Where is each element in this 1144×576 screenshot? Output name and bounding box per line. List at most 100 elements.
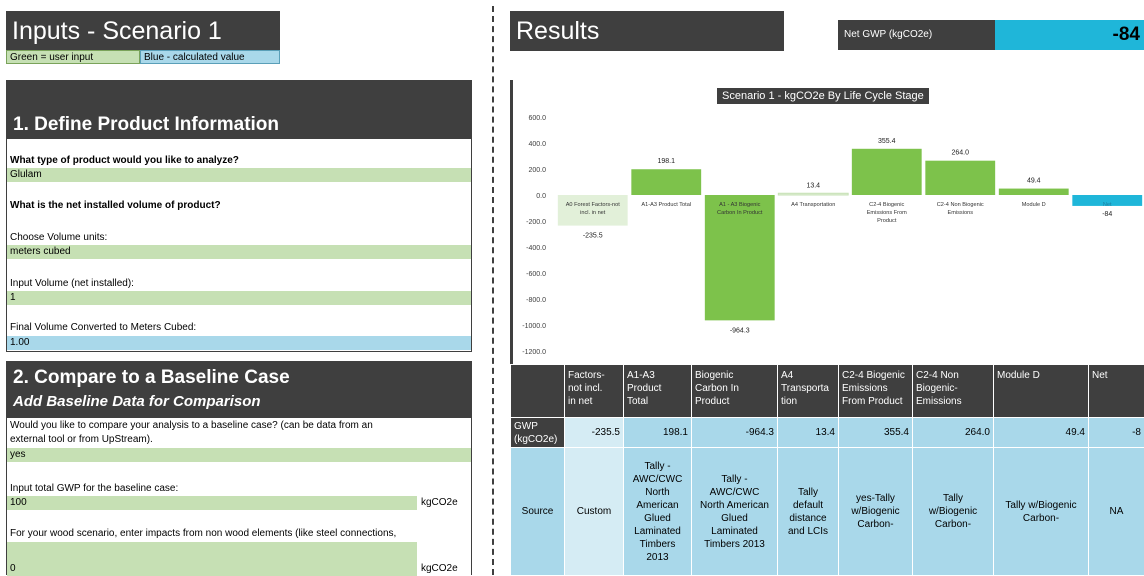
category-label: incl. in net <box>580 210 606 216</box>
net-gwp-value: -84 <box>995 20 1144 50</box>
table-gwp-cell: -964.3 <box>692 418 777 447</box>
results-title: Results <box>510 11 784 51</box>
table-gwp-cell: 264.0 <box>913 418 993 447</box>
chart-bar <box>631 169 702 195</box>
y-tick-label: -1000.0 <box>522 323 546 330</box>
table-gwp-cell-text: 198.1 <box>662 427 688 438</box>
table-source-cell-text: yes-Tally w/Biogenic Carbon- <box>851 493 900 530</box>
table-source-cell: Custom <box>565 448 623 575</box>
table-row-label: GWP (kgCO2e) <box>511 418 564 447</box>
y-tick-label: 200.0 <box>528 167 546 174</box>
table-gwp-cell: -8 <box>1089 418 1144 447</box>
volume-units-field[interactable]: meters cubed <box>7 245 471 259</box>
final-volume-field: 1.00 <box>7 336 471 350</box>
y-tick-label: -200.0 <box>526 219 546 226</box>
section-2-header: 2. Compare to a Baseline Case Add Baseli… <box>7 362 471 418</box>
category-label: A4 Transportation <box>791 202 835 208</box>
table-source-cell-text: Tally w/Biogenic Carbon- <box>928 493 978 530</box>
compare-baseline-field[interactable]: yes <box>7 448 471 462</box>
table-header-cell-text: C2-4 Non Biogenic- Emissions <box>916 370 962 407</box>
compare-question-line1: Would you like to compare your analysis … <box>10 420 373 431</box>
life-cycle-stage-chart: 600.0 400.0 200.0 0.0 -200.0 -400.0 -600.0 -800… <box>522 115 1143 356</box>
category-label: A1-A3 Product Total <box>641 202 691 208</box>
y-tick-label: 400.0 <box>528 141 546 148</box>
category-label: Carbon In Product <box>717 210 763 216</box>
bar-value-label: -964.3 <box>730 327 750 334</box>
table-source-cell: Tally default distance and LCIs <box>778 448 838 575</box>
chart-bar <box>777 192 849 196</box>
results-table: Factors- not incl. in net A1-A3 Product T… <box>510 364 1144 575</box>
net-gwp-label: Net GWP (kgCO2e) <box>838 20 995 50</box>
table-gwp-cell-text: -8 <box>1132 427 1141 438</box>
y-tick-label: -600.0 <box>526 271 546 278</box>
inputs-title: Inputs - Scenario 1 <box>6 11 280 51</box>
category-label: C2-4 Biogenic <box>869 202 904 208</box>
table-source-cell: yes-Tally w/Biogenic Carbon- <box>839 448 912 575</box>
table-row-label: Source <box>511 448 564 575</box>
table-header-cell-text: A1-A3 Product Total <box>627 370 662 407</box>
bar-value-label: 198.1 <box>657 158 675 165</box>
chart-bar <box>998 188 1069 195</box>
table-source-cell-text: Tally w/Biogenic Carbon- <box>1005 499 1077 524</box>
baseline-gwp-field[interactable]: 100 <box>7 496 417 510</box>
table-source-cell: NA <box>1089 448 1144 575</box>
table-gwp-cell: 355.4 <box>839 418 912 447</box>
table-gwp-cell: -235.5 <box>565 418 623 447</box>
input-volume-field[interactable]: 1 <box>7 291 471 305</box>
y-tick-label: 600.0 <box>528 115 546 122</box>
category-label: Net <box>1103 202 1112 208</box>
input-volume-label: Input Volume (net installed): <box>10 278 134 289</box>
final-volume-label: Final Volume Converted to Meters Cubed: <box>10 322 197 333</box>
table-gwp-cell: 198.1 <box>624 418 691 447</box>
table-header-cell: A4 Transporta tion <box>778 365 838 417</box>
table-header-cell: A1-A3 Product Total <box>624 365 691 417</box>
table-source-cell-text: Tally - AWC/CWC North American Glued Lam… <box>700 473 769 550</box>
compare-question-line2: external tool or from UpStream). <box>10 434 153 445</box>
product-type-field[interactable]: Glulam <box>7 168 471 182</box>
category-label: C2-4 Non Biogenic <box>937 202 984 208</box>
table-gwp-cell-text: 264.0 <box>964 427 990 438</box>
table-gwp-cell: 49.4 <box>994 418 1088 447</box>
table-source-cell: Tally w/Biogenic Carbon- <box>913 448 993 575</box>
table-source-cell: Tally - AWC/CWC North American Glued Lam… <box>692 448 777 575</box>
baseline-gwp-unit: kgCO2e <box>421 497 458 508</box>
y-tick-label: 0.0 <box>536 193 546 200</box>
table-gwp-cell-text: -964.3 <box>745 427 774 438</box>
table-row-label-text: GWP (kgCO2e) <box>514 421 558 445</box>
non-wood-label: For your wood scenario, enter impacts fr… <box>10 528 397 539</box>
product-type-question: What type of product would you like to a… <box>10 155 239 166</box>
chart-title: Scenario 1 - kgCO2e By Life Cycle Stage <box>717 88 929 104</box>
table-header-cell-text: Net <box>1092 370 1108 381</box>
chart-bar <box>925 160 996 195</box>
bar-value-label: -235.5 <box>583 233 603 240</box>
table-source-cell-text: NA <box>1109 506 1124 517</box>
non-wood-unit: kgCO2e <box>421 563 458 574</box>
category-label: Emissions From <box>867 210 907 216</box>
bar-value-label: 49.4 <box>1027 178 1041 185</box>
chart-container: 600.0 400.0 200.0 0.0 -200.0 -400.0 -600.0 -800… <box>513 80 1144 364</box>
table-header-cell: Module D <box>994 365 1088 417</box>
legend-calculated-value: Blue - calculated value <box>140 50 280 64</box>
category-label: Product <box>877 218 897 224</box>
table-gwp-cell-text: 13.4 <box>815 427 835 438</box>
category-label: A0 Forest Factors-not <box>566 202 621 208</box>
section-2-heading: 2. Compare to a Baseline Case <box>13 367 290 388</box>
y-tick-label: -1200.0 <box>522 349 546 356</box>
table-header-cell: C2-4 Biogenic Emissions From Product <box>839 365 912 417</box>
y-tick-label: -400.0 <box>526 245 546 252</box>
category-label: Emissions <box>948 210 974 216</box>
table-source-cell: Tally - AWC/CWC North American Glued Lam… <box>624 448 691 575</box>
table-header-cell-text: Factors- not incl. in net <box>568 370 605 407</box>
table-header-cell <box>511 365 564 417</box>
non-wood-field[interactable]: 0 <box>7 542 417 576</box>
category-label: A1 - A3 Biogenic <box>719 202 761 208</box>
table-header-cell: Biogenic Carbon In Product <box>692 365 777 417</box>
chart-bar <box>851 148 922 195</box>
legend-user-input: Green = user input <box>6 50 140 64</box>
section-baseline-case: 2. Compare to a Baseline Case Add Baseli… <box>6 361 472 576</box>
y-tick-label: -800.0 <box>526 297 546 304</box>
table-header-cell-text: A4 Transporta tion <box>781 370 829 407</box>
section-2-subheading: Add Baseline Data for Comparison <box>13 393 261 410</box>
baseline-gwp-label: Input total GWP for the baseline case: <box>10 483 179 494</box>
bar-value-label: 13.4 <box>806 182 820 189</box>
